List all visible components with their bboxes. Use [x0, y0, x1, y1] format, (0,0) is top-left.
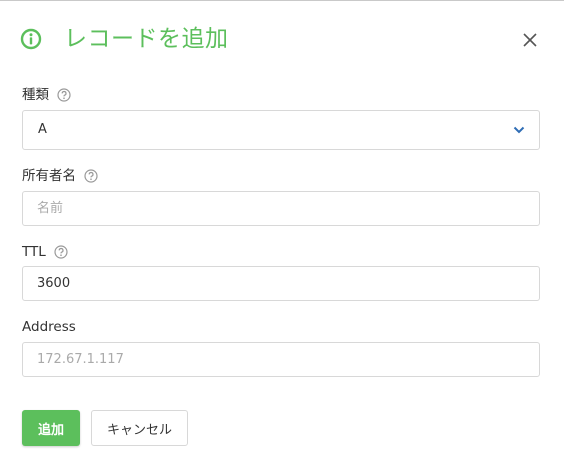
address-field-wrapper [22, 342, 540, 377]
type-label-row: 種類 [22, 86, 71, 104]
dialog-title: レコードを追加 [64, 26, 229, 52]
owner-name-input[interactable] [23, 192, 539, 225]
dialog-header: レコードを追加 [0, 0, 564, 80]
address-label: Address [22, 319, 76, 335]
ttl-label: TTL [22, 244, 46, 260]
type-label: 種類 [22, 87, 49, 103]
ttl-input[interactable] [23, 267, 539, 300]
address-input[interactable] [23, 343, 539, 376]
ttl-field-wrapper [22, 266, 540, 301]
close-icon[interactable] [519, 29, 541, 51]
owner-label-row: 所有者名 [22, 167, 98, 185]
owner-label: 所有者名 [22, 168, 76, 184]
address-label-row: Address [22, 318, 76, 336]
type-select-value: A [38, 122, 47, 137]
owner-field-wrapper [22, 191, 540, 226]
cancel-button[interactable]: キャンセル [91, 410, 188, 446]
help-circle-icon[interactable] [54, 245, 68, 259]
info-icon [20, 28, 42, 50]
help-circle-icon[interactable] [84, 169, 98, 183]
help-circle-icon[interactable] [57, 88, 71, 102]
type-select[interactable]: A [22, 110, 540, 150]
chevron-down-icon [513, 126, 525, 134]
ttl-label-row: TTL [22, 243, 68, 261]
add-button[interactable]: 追加 [22, 410, 80, 446]
